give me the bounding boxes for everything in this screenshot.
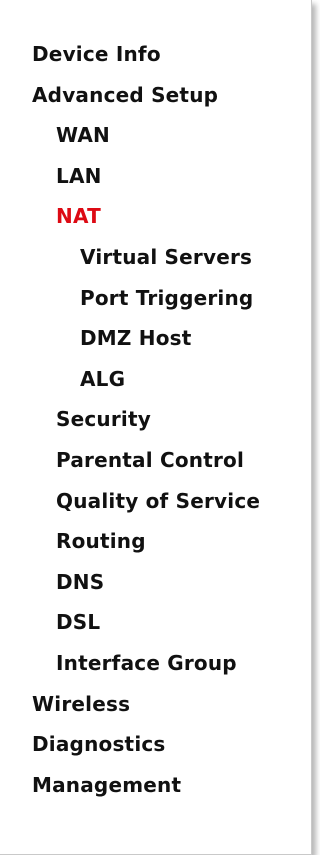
menu-item-management[interactable]: Management xyxy=(0,765,311,806)
menu-item-lan[interactable]: LAN xyxy=(0,156,311,197)
menu-item-device-info[interactable]: Device Info xyxy=(0,34,311,75)
menu-item-dsl[interactable]: DSL xyxy=(0,602,311,643)
menu-item-wireless[interactable]: Wireless xyxy=(0,684,311,725)
menu-item-quality-of-service[interactable]: Quality of Service xyxy=(0,481,311,522)
menu-item-interface-group[interactable]: Interface Group xyxy=(0,643,311,684)
menu-item-wan[interactable]: WAN xyxy=(0,115,311,156)
menu-item-routing[interactable]: Routing xyxy=(0,521,311,562)
menu-item-dmz-host[interactable]: DMZ Host xyxy=(0,318,311,359)
navigation-menu: Device Info Advanced Setup WAN LAN NAT V… xyxy=(0,34,311,805)
navigation-menu-panel: Device Info Advanced Setup WAN LAN NAT V… xyxy=(0,0,312,855)
menu-item-security[interactable]: Security xyxy=(0,399,311,440)
menu-item-parental-control[interactable]: Parental Control xyxy=(0,440,311,481)
menu-item-virtual-servers[interactable]: Virtual Servers xyxy=(0,237,311,278)
menu-item-diagnostics[interactable]: Diagnostics xyxy=(0,724,311,765)
menu-item-port-triggering[interactable]: Port Triggering xyxy=(0,278,311,319)
menu-item-alg[interactable]: ALG xyxy=(0,359,311,400)
menu-item-advanced-setup[interactable]: Advanced Setup xyxy=(0,75,311,116)
menu-item-dns[interactable]: DNS xyxy=(0,562,311,603)
menu-item-nat[interactable]: NAT xyxy=(0,196,311,237)
